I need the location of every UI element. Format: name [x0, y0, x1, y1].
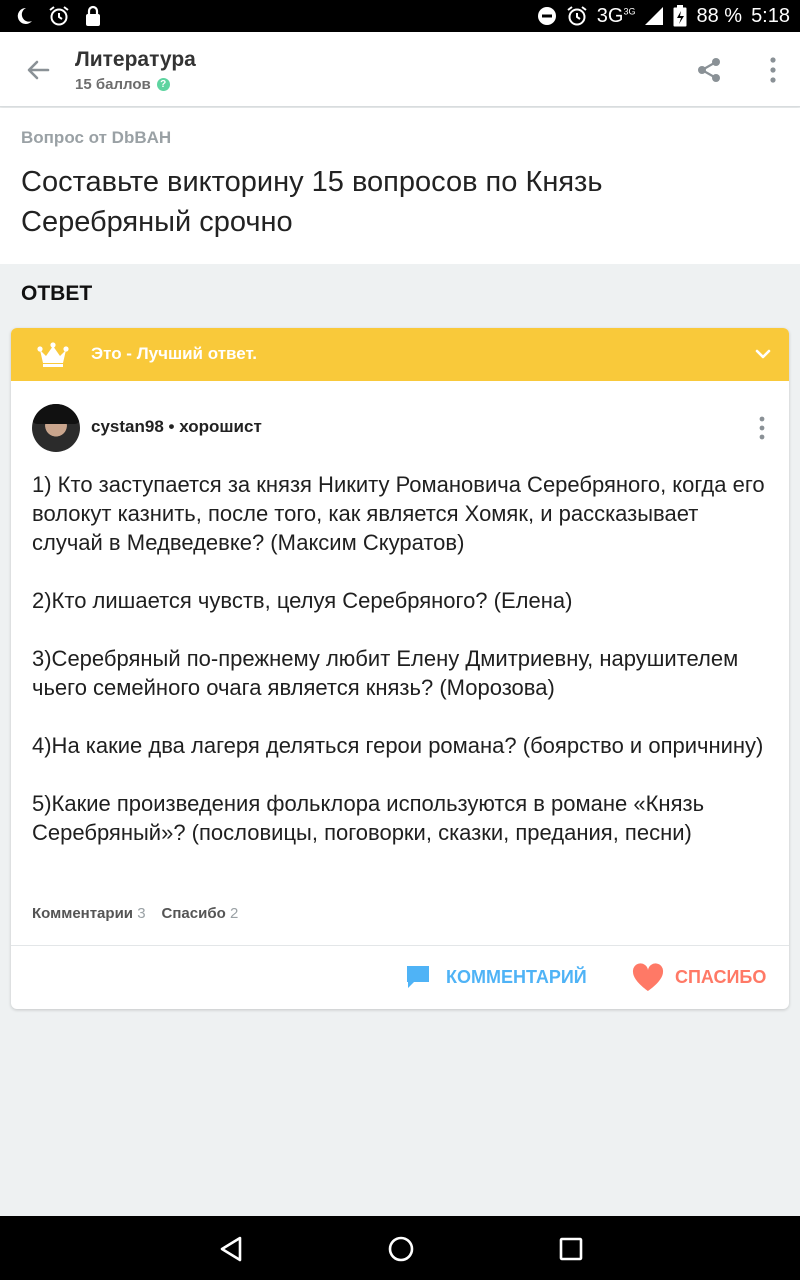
points-value: 15 баллов	[75, 76, 151, 93]
back-arrow-icon[interactable]	[22, 54, 54, 86]
app-bar: Литература 15 баллов ?	[0, 32, 800, 107]
battery-level: 88 %	[696, 4, 743, 27]
best-answer-label: Это - Лучший ответ.	[91, 344, 258, 363]
points-label: 15 баллов ?	[75, 76, 170, 93]
question-author[interactable]: Вопрос от DbBAH	[21, 128, 171, 148]
crown-icon	[37, 342, 69, 367]
thanks-stat[interactable]: Спасибо 2	[162, 905, 239, 922]
system-nav-bar	[0, 1216, 800, 1280]
divider	[11, 945, 789, 946]
nav-recent-icon[interactable]	[556, 1234, 586, 1264]
signal-icon	[645, 7, 664, 25]
answer-author[interactable]: cystan98 • хорошист	[91, 417, 262, 437]
heart-icon	[632, 963, 664, 991]
comment-icon	[407, 966, 429, 988]
answer-heading: ОТВЕТ	[21, 282, 93, 305]
thanks-button[interactable]: СПАСИБО	[631, 962, 766, 992]
comment-button-label: КОММЕНТАРИЙ	[446, 966, 587, 987]
thanks-button-label: СПАСИБО	[675, 966, 767, 987]
lock-icon	[86, 5, 100, 26]
dnd-icon	[537, 7, 556, 25]
share-icon[interactable]	[695, 56, 723, 84]
answer-text: 1) Кто заступается за князя Никиту Роман…	[32, 470, 772, 876]
network-type: 3G3G	[596, 4, 636, 27]
author-rank: хорошист	[179, 417, 262, 436]
more-vert-icon[interactable]	[762, 56, 784, 84]
alarm-icon	[567, 6, 587, 26]
answer-paragraph: 2)Кто лишается чувств, целуя Серебряного…	[32, 588, 573, 613]
nav-back-icon[interactable]	[216, 1234, 246, 1264]
best-answer-banner[interactable]: Это - Лучший ответ.	[11, 328, 789, 381]
avatar[interactable]	[32, 404, 80, 452]
answer-paragraph: 5)Какие произведения фольклора использую…	[32, 791, 705, 845]
answer-card: Это - Лучший ответ. cystan98 • хорошист …	[11, 328, 789, 1009]
question-text: Составьте викторину 15 вопросов по Князь…	[21, 166, 603, 238]
alarm-icon	[49, 6, 69, 26]
question-icon[interactable]: ?	[156, 78, 170, 91]
more-vert-icon[interactable]	[752, 415, 772, 441]
comment-button[interactable]: КОММЕНТАРИЙ	[404, 962, 587, 992]
chevron-down-icon[interactable]	[753, 344, 773, 364]
battery-icon	[673, 5, 687, 27]
subject-title: Литература	[75, 48, 196, 71]
answer-paragraph: 1) Кто заступается за князя Никиту Роман…	[32, 472, 765, 555]
comments-stat[interactable]: Комментарии 3	[32, 905, 146, 922]
question-block: Вопрос от DbBAH Составьте викторину 15 в…	[0, 108, 800, 264]
clock: 5:18	[751, 4, 790, 27]
moon-icon	[17, 7, 32, 24]
answer-stats: Комментарии 3 Спасибо 2	[32, 905, 238, 922]
answer-paragraph: 4)На какие два лагеря деляться герои ром…	[32, 733, 764, 758]
status-bar: 3G3G 88 % 5:18	[0, 0, 800, 32]
nav-home-icon[interactable]	[386, 1234, 416, 1264]
answer-paragraph: 3)Серебряный по-прежнему любит Елену Дми…	[32, 646, 739, 700]
author-name: cystan98	[91, 417, 164, 436]
